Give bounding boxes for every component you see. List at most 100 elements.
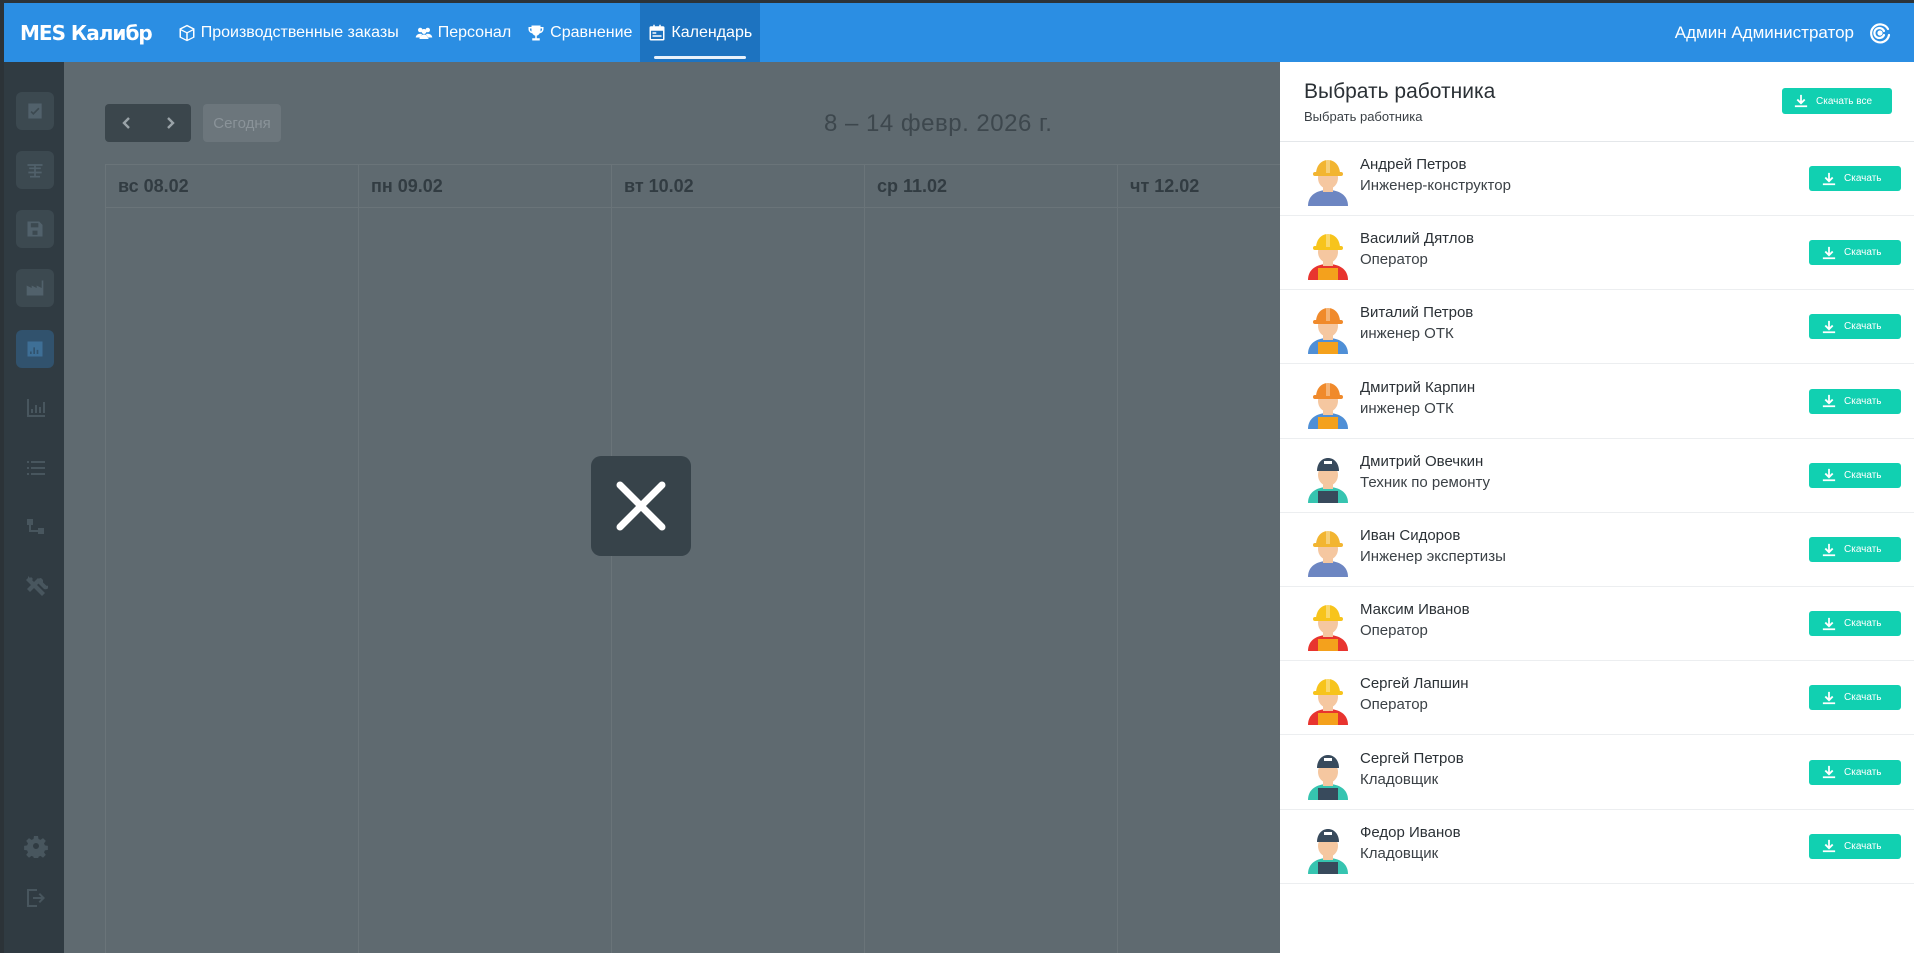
nav-personnel[interactable]: Персонал [407, 3, 519, 62]
download-label: Скачать [1844, 321, 1882, 333]
worker-row[interactable]: Виталий Петров инженер ОТК Скачать [1280, 290, 1914, 365]
download-all-label: Скачать все [1816, 95, 1873, 107]
download-icon [1822, 320, 1836, 334]
worker-role: Инженер-конструктор [1360, 177, 1511, 194]
factory-icon [26, 280, 44, 296]
profile-swirl-icon[interactable] [1868, 21, 1892, 45]
worker-row[interactable]: Федор Иванов Кладовщик Скачать [1280, 810, 1914, 884]
day-column[interactable] [105, 208, 358, 953]
worker-name: Василий Дятлов [1360, 230, 1474, 248]
day-header: вт 10.02 [611, 165, 864, 208]
close-icon [616, 481, 666, 531]
download-label: Скачать [1844, 618, 1882, 630]
download-icon [1822, 172, 1836, 185]
worker-name: Максим Иванов [1360, 601, 1470, 619]
sidebar-reports[interactable] [16, 330, 54, 368]
download-button[interactable]: Скачать [1809, 833, 1901, 859]
download-icon [1822, 617, 1836, 630]
download-button[interactable]: Скачать [1809, 388, 1901, 414]
worker-row[interactable]: Иван Сидоров Инженер экспертизы Скачать [1280, 513, 1914, 587]
sidebar [4, 62, 64, 953]
user-menu[interactable]: Админ Администратор [1675, 3, 1854, 62]
download-button[interactable]: Скачать [1809, 685, 1901, 711]
worker-row[interactable]: Дмитрий Карпин инженер ОТК Скачать [1280, 365, 1914, 439]
trophy-icon [528, 25, 544, 40]
worker-name: Сергей Петров [1360, 749, 1464, 767]
nav-production-orders[interactable]: Производственные заказы [170, 3, 407, 62]
logout-icon [27, 889, 45, 907]
worker-name: Федор Иванов [1360, 823, 1461, 841]
worker-row[interactable]: Сергей Лапшин Оператор Скачать [1280, 661, 1914, 736]
sidebar-analytics[interactable] [24, 396, 48, 420]
download-all-button[interactable]: Скачать все [1782, 88, 1892, 114]
worker-role: Оператор [1360, 696, 1428, 714]
day-column[interactable] [611, 208, 864, 953]
download-icon [1822, 691, 1836, 705]
panel-subtitle: Выбрать работника [1304, 109, 1423, 124]
worker-row[interactable]: Сергей Петров Кладовщик Скачать [1280, 736, 1914, 810]
sidebar-factory[interactable] [16, 269, 54, 307]
brand-logo[interactable]: MES Калибр [20, 21, 153, 45]
balance-icon [27, 164, 43, 178]
day-header: ср 11.02 [864, 165, 1117, 208]
today-button[interactable]: Сегодня [203, 104, 281, 142]
download-button[interactable]: Скачать [1809, 240, 1901, 266]
day-column[interactable] [1117, 208, 1280, 953]
day-header: вс 08.02 [105, 165, 358, 208]
sidebar-scales[interactable] [16, 151, 54, 189]
worker-row[interactable]: Андрей Петров Инженер-конструктор Скачат… [1280, 142, 1914, 216]
worker-avatar-icon [1308, 530, 1348, 577]
download-label: Скачать [1844, 173, 1882, 184]
top-navbar: MES Калибр Производственные заказы Персо… [4, 3, 1914, 62]
download-button[interactable]: Скачать [1809, 166, 1901, 191]
download-button[interactable]: Скачать [1809, 314, 1901, 340]
worker-row[interactable]: Дмитрий Овечкин Техник по ремонту Скачат… [1280, 439, 1914, 513]
download-button[interactable]: Скачать [1809, 537, 1901, 562]
worker-name: Виталий Петров [1360, 304, 1474, 322]
list-icon [27, 461, 45, 475]
calendar-title: 8 – 14 февр. 2026 г. [824, 110, 1053, 137]
sidebar-logout[interactable] [24, 886, 48, 910]
box-icon [179, 24, 195, 41]
worker-name: Иван Сидоров [1360, 527, 1461, 544]
download-button[interactable]: Скачать [1809, 759, 1901, 785]
download-button[interactable]: Скачать [1809, 462, 1901, 488]
download-icon [1822, 246, 1836, 259]
download-icon [1822, 469, 1836, 482]
worker-role: Кладовщик [1360, 844, 1439, 862]
download-icon [1822, 840, 1836, 853]
sidebar-list[interactable] [24, 456, 48, 480]
nav-calendar[interactable]: Календарь [640, 3, 761, 62]
prev-week-button[interactable] [105, 104, 148, 142]
sidebar-settings[interactable] [24, 834, 48, 860]
day-column[interactable] [358, 208, 611, 953]
nav-comparison[interactable]: Сравнение [519, 3, 640, 62]
clipboard-check-icon [28, 103, 42, 119]
download-button[interactable]: Скачать [1809, 611, 1901, 637]
worker-avatar-icon [1308, 159, 1348, 206]
next-week-button[interactable] [148, 104, 191, 142]
worker-row[interactable]: Максим Иванов Оператор Скачать [1280, 587, 1914, 662]
sidebar-tools[interactable] [24, 575, 49, 599]
worker-name: Сергей Лапшин [1360, 675, 1469, 693]
chevron-right-icon [166, 117, 175, 129]
sidebar-tasks[interactable] [16, 92, 54, 130]
sidebar-routes[interactable] [24, 516, 48, 540]
gear-icon [24, 836, 48, 860]
bar-chart-icon [27, 341, 43, 357]
worker-avatar-icon [1308, 678, 1348, 726]
worker-role: Инженер экспертизы [1360, 548, 1506, 565]
week-grid: вс 08.02 пн 09.02 вт 10.02 ср 11.02 чт 1… [105, 164, 1280, 953]
worker-row[interactable]: Василий Дятлов Оператор Скачать [1280, 216, 1914, 291]
download-icon [1822, 394, 1836, 408]
worker-avatar-icon [1308, 307, 1348, 355]
worker-name: Андрей Петров [1360, 156, 1467, 173]
tools-icon [26, 576, 49, 596]
close-drawer-button[interactable] [591, 456, 691, 556]
panel-title: Выбрать работника [1304, 80, 1496, 103]
sidebar-storage[interactable] [16, 210, 54, 248]
day-column[interactable] [864, 208, 1117, 953]
worker-name: Дмитрий Овечкин [1360, 452, 1484, 470]
worker-select-panel: Выбрать работника Выбрать работника Скач… [1280, 62, 1914, 953]
worker-role: инженер ОТК [1360, 325, 1454, 343]
